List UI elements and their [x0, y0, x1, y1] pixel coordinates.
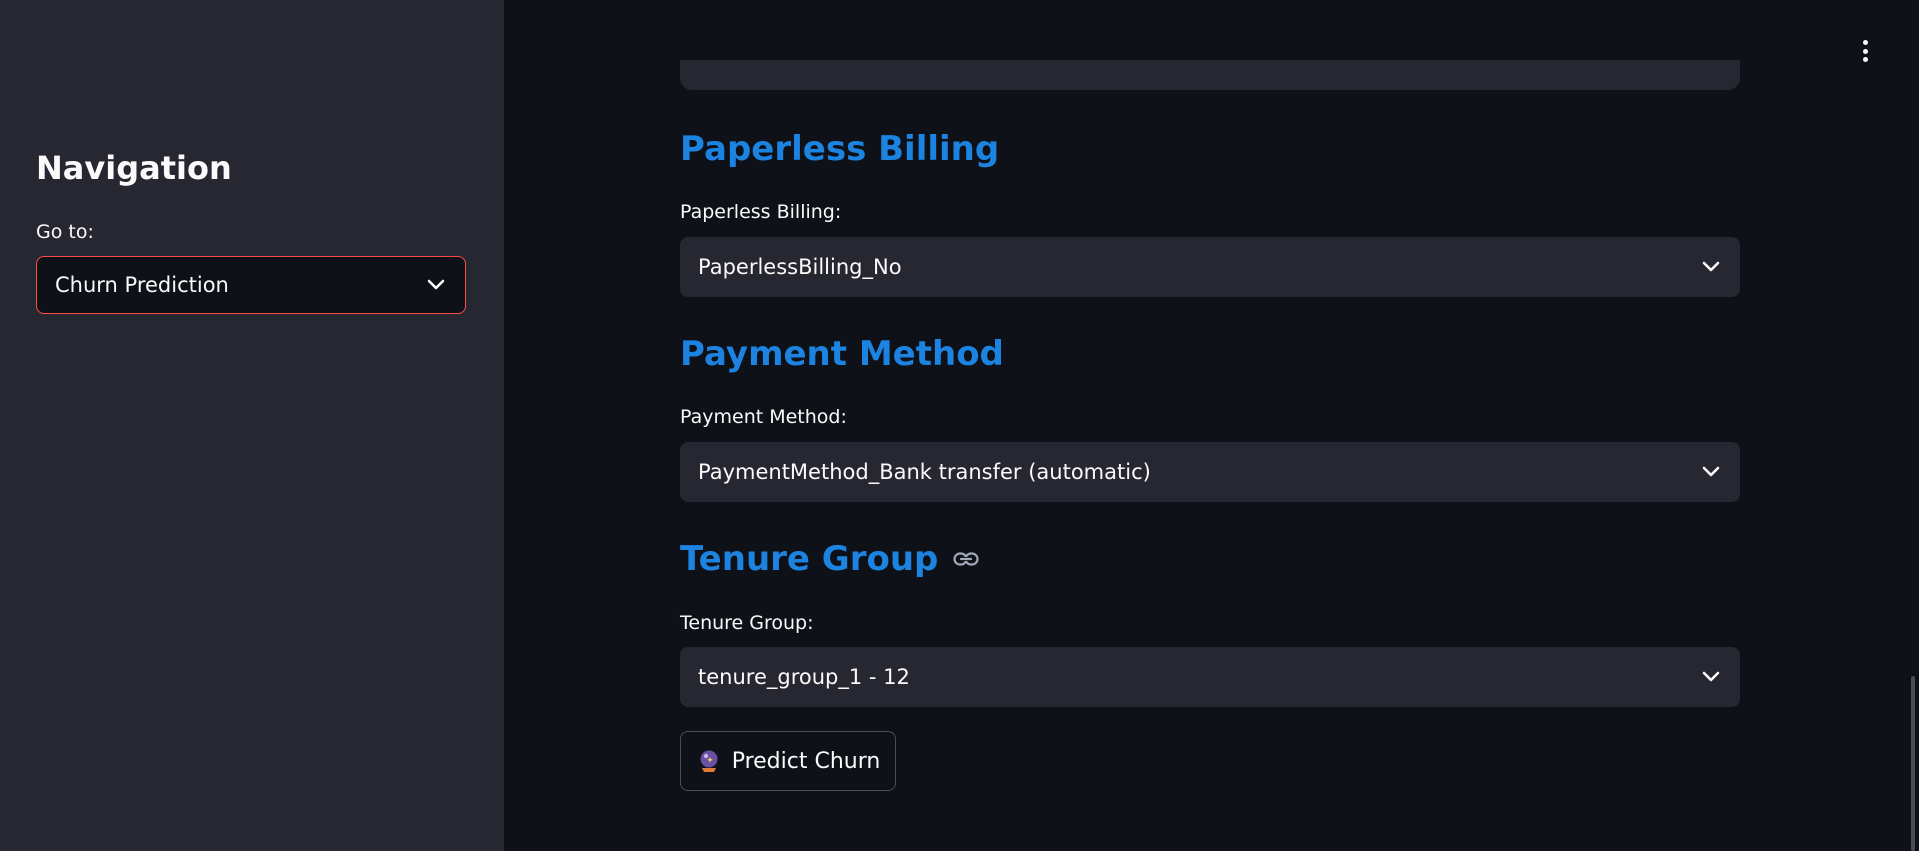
tenure-group-select[interactable]: tenure_group_1 - 12 [680, 647, 1740, 707]
tenure-group-label: Tenure Group: [680, 612, 814, 634]
payment-method-select[interactable]: PaymentMethod_Bank transfer (automatic) [680, 442, 1740, 502]
heading-paperless-billing-text: Paperless Billing [680, 129, 1000, 169]
paperless-billing-label: Paperless Billing: [680, 201, 842, 223]
more-vertical-dot [1862, 48, 1868, 54]
chevron-down-icon [425, 274, 447, 296]
previous-select-remnant [680, 60, 1740, 90]
more-vertical-dot [1862, 57, 1868, 62]
crystal-ball-icon [696, 748, 722, 774]
payment-method-label: Payment Method: [680, 406, 847, 428]
more-vertical-icon [1862, 40, 1868, 45]
predict-churn-label: Predict Churn [731, 748, 881, 774]
link-icon[interactable] [952, 545, 980, 573]
predict-churn-button[interactable]: Predict Churn [680, 731, 896, 791]
app-root: Navigation Go to: Churn Prediction Paper… [0, 0, 1919, 851]
main-scrollbar[interactable] [1911, 676, 1915, 851]
heading-payment-method-text: Payment Method [680, 334, 1004, 374]
nav-select-value: Churn Prediction [55, 273, 229, 297]
main-content: Paperless Billing Paperless Billing: Pap… [504, 0, 1919, 851]
sidebar: Navigation Go to: Churn Prediction [0, 0, 504, 851]
payment-method-value: PaymentMethod_Bank transfer (automatic) [698, 460, 1151, 484]
sidebar-title: Navigation [36, 149, 232, 187]
chevron-down-icon [1700, 461, 1722, 483]
nav-select[interactable]: Churn Prediction [36, 256, 466, 314]
heading-payment-method: Payment Method [680, 333, 1004, 375]
paperless-billing-select[interactable]: PaperlessBilling_No [680, 237, 1740, 297]
heading-tenure-group-text: Tenure Group [680, 539, 939, 579]
nav-select-label: Go to: [36, 221, 94, 243]
heading-tenure-group: Tenure Group [680, 538, 980, 580]
tenure-group-value: tenure_group_1 - 12 [698, 665, 910, 689]
main-menu-button[interactable] [1855, 38, 1875, 64]
heading-paperless-billing: Paperless Billing [680, 128, 999, 170]
paperless-billing-value: PaperlessBilling_No [698, 255, 902, 279]
chevron-down-icon [1700, 256, 1722, 278]
chevron-down-icon [1700, 666, 1722, 688]
